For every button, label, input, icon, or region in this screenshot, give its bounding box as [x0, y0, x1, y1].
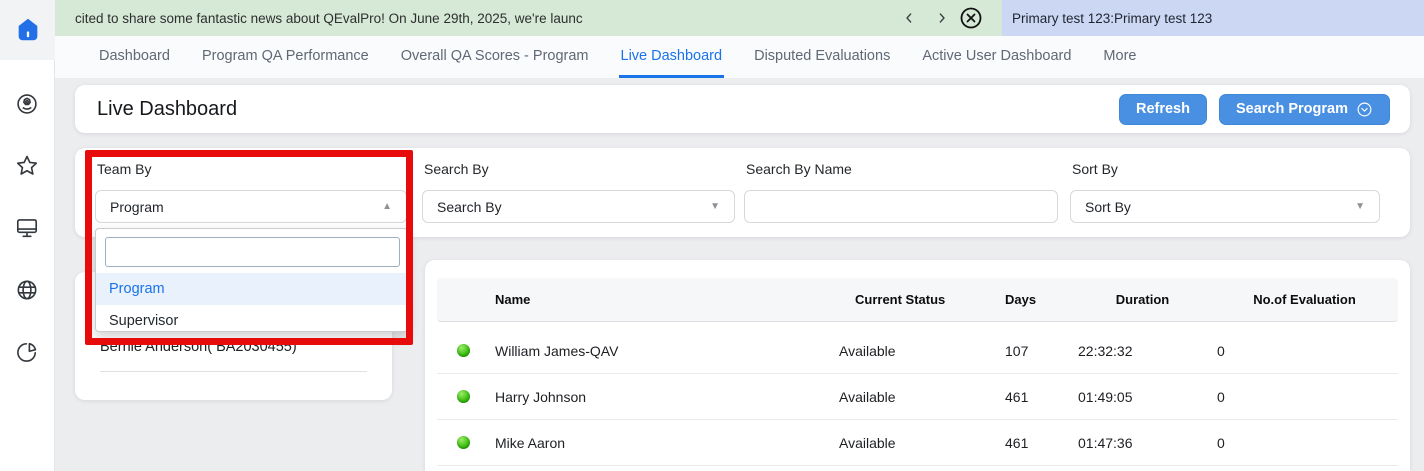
- session-ticker: Primary test 123:Primary test 123: [1002, 0, 1424, 36]
- close-circle-icon: [959, 6, 983, 30]
- refresh-button-label: Refresh: [1136, 101, 1190, 117]
- sidebar-item-qa[interactable]: [13, 90, 41, 118]
- dropdown-search-input[interactable]: [105, 237, 400, 267]
- status-online-dot: [457, 390, 470, 403]
- cell-evaluations: 0: [1211, 343, 1398, 359]
- tab-active-user-dashboard[interactable]: Active User Dashboard: [920, 36, 1073, 78]
- search-by-label: Search By: [424, 161, 489, 177]
- announcement-banner: cited to share some fantastic news about…: [55, 0, 1424, 36]
- divider: [100, 371, 367, 372]
- dropdown-option-supervisor[interactable]: Supervisor: [96, 305, 407, 337]
- column-header-no-of-evaluation: No.of Evaluation: [1211, 292, 1398, 307]
- refresh-button[interactable]: Refresh: [1119, 94, 1207, 125]
- table-row: Mike Aaron Available 461 01:47:36 0: [437, 420, 1398, 466]
- table-header-row: Name Current Status Days Duration No.of …: [437, 278, 1398, 322]
- caret-up-icon: ▲: [382, 201, 392, 212]
- agents-table-card: Name Current Status Days Duration No.of …: [425, 260, 1410, 471]
- banner-close-button[interactable]: [958, 5, 984, 31]
- monitor-icon: [14, 215, 40, 241]
- announcement-marquee: cited to share some fantastic news about…: [55, 0, 1002, 36]
- star-icon: [14, 153, 40, 179]
- session-label: Primary test 123:Primary test 123: [1012, 11, 1212, 26]
- team-by-dropdown: Program Supervisor: [95, 228, 408, 332]
- filters-card: Team By Program ▲ Search By Search By ▼ …: [75, 148, 1410, 237]
- announcement-text: cited to share some fantastic news about…: [75, 11, 775, 26]
- qa-badge-icon: [14, 91, 40, 117]
- sort-by-selected-value: Sort By: [1085, 199, 1131, 215]
- search-program-button-label: Search Program: [1236, 101, 1348, 117]
- cell-evaluations: 0: [1211, 435, 1398, 451]
- search-by-name-input[interactable]: [744, 190, 1058, 223]
- team-by-label: Team By: [97, 161, 151, 177]
- sidebar-item-reports[interactable]: [13, 338, 41, 366]
- column-header-duration: Duration: [1074, 292, 1211, 307]
- sidebar-item-global[interactable]: [13, 276, 41, 304]
- search-by-name-label: Search By Name: [746, 161, 852, 177]
- tab-dashboard[interactable]: Dashboard: [97, 36, 172, 78]
- cell-name: Mike Aaron: [493, 435, 833, 451]
- search-by-select[interactable]: Search By ▼: [422, 190, 735, 223]
- tab-live-dashboard[interactable]: Live Dashboard: [619, 36, 725, 78]
- caret-down-icon: ▼: [710, 201, 720, 212]
- table-row: Harry Johnson Available 461 01:49:05 0: [437, 374, 1398, 420]
- app-logo[interactable]: [0, 0, 55, 60]
- column-header-name: Name: [493, 292, 833, 307]
- dropdown-option-program[interactable]: Program: [96, 273, 407, 305]
- tab-disputed-evaluations[interactable]: Disputed Evaluations: [752, 36, 892, 78]
- home-logo-icon: [14, 16, 42, 44]
- cell-duration: 22:32:32: [1074, 343, 1211, 359]
- tab-overall-qa-scores-program[interactable]: Overall QA Scores - Program: [399, 36, 591, 78]
- cell-days: 461: [999, 389, 1074, 405]
- cell-current-status: Available: [833, 435, 999, 451]
- cell-duration: 01:47:36: [1074, 435, 1211, 451]
- team-by-selected-value: Program: [110, 199, 164, 215]
- cell-days: 107: [999, 343, 1074, 359]
- tab-more[interactable]: More: [1101, 36, 1138, 78]
- search-program-button[interactable]: Search Program: [1219, 94, 1390, 125]
- pie-chart-icon: [14, 339, 40, 365]
- column-header-current-status: Current Status: [833, 292, 999, 307]
- banner-next-button[interactable]: [931, 8, 953, 28]
- tab-program-qa-performance[interactable]: Program QA Performance: [200, 36, 371, 78]
- cell-name: William James-QAV: [493, 343, 833, 359]
- cell-duration: 01:49:05: [1074, 389, 1211, 405]
- caret-down-icon: ▼: [1355, 201, 1365, 212]
- sidebar-item-favorites[interactable]: [13, 152, 41, 180]
- chevron-right-icon: [934, 10, 950, 26]
- cell-name: Harry Johnson: [493, 389, 833, 405]
- app-sidebar: [0, 0, 55, 471]
- sort-by-select[interactable]: Sort By ▼: [1070, 190, 1380, 223]
- chevron-left-icon: [901, 10, 917, 26]
- cell-current-status: Available: [833, 389, 999, 405]
- live-dashboard-page: cited to share some fantastic news about…: [0, 0, 1424, 471]
- sort-by-label: Sort By: [1072, 161, 1118, 177]
- table-row: William James-QAV Available 107 22:32:32…: [437, 328, 1398, 374]
- status-online-dot: [457, 344, 470, 357]
- search-by-selected-value: Search By: [437, 199, 502, 215]
- banner-prev-button[interactable]: [898, 8, 920, 28]
- table-body: William James-QAV Available 107 22:32:32…: [437, 328, 1398, 466]
- page-header-card: Live Dashboard Refresh Search Program: [75, 85, 1410, 133]
- globe-icon: [14, 277, 40, 303]
- chevron-down-circle-icon: [1356, 101, 1373, 118]
- nav-tabbar: Dashboard Program QA Performance Overall…: [55, 36, 1424, 78]
- cell-days: 461: [999, 435, 1074, 451]
- page-title: Live Dashboard: [97, 98, 237, 121]
- team-list-item[interactable]: Bernie Anderson( BA2030455): [100, 339, 297, 355]
- sidebar-item-monitor[interactable]: [13, 214, 41, 242]
- cell-current-status: Available: [833, 343, 999, 359]
- cell-evaluations: 0: [1211, 389, 1398, 405]
- team-by-select[interactable]: Program ▲: [95, 190, 407, 223]
- status-online-dot: [457, 436, 470, 449]
- column-header-days: Days: [999, 292, 1074, 307]
